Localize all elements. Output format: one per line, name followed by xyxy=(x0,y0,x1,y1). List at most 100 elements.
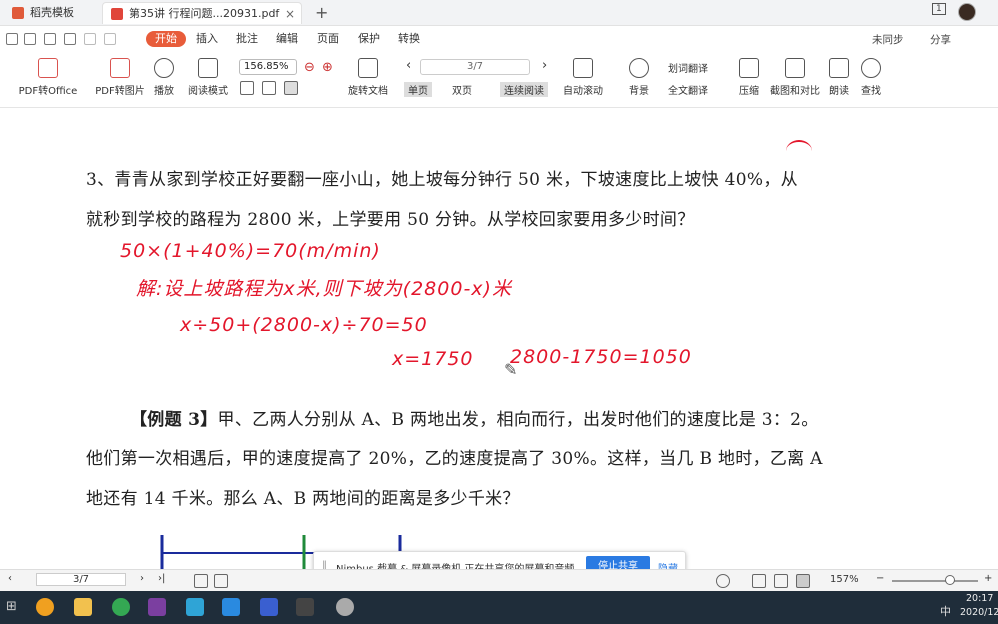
autoscroll-button[interactable]: 自动滚动 xyxy=(560,56,606,97)
zoom-minus-icon[interactable]: − xyxy=(876,573,884,584)
app-icon-2[interactable] xyxy=(296,598,314,616)
actual-size-icon[interactable] xyxy=(284,81,298,95)
file-explorer-icon[interactable] xyxy=(74,598,92,616)
background-button[interactable]: 背景 xyxy=(624,56,654,97)
sync-status[interactable]: 未同步 xyxy=(872,32,904,47)
feishu-icon[interactable] xyxy=(186,598,204,616)
ribbon-label: 播放 xyxy=(154,86,174,97)
question-3-line-1: 3、青青从家到学校正好要翻一座小山，她上坡每分钟行 50 米，下坡速度比上坡快 … xyxy=(86,170,798,190)
play-button[interactable]: 播放 xyxy=(150,56,178,97)
menu-insert[interactable]: 插入 xyxy=(190,31,224,47)
app-icon-3[interactable] xyxy=(336,598,354,616)
first-page-icon[interactable]: ‹ xyxy=(8,573,12,584)
pdf-to-image-button[interactable]: PDF转图片 xyxy=(94,56,146,97)
taskbar: ⊞ 中 20:17 2020/12 xyxy=(0,591,998,624)
last-page-icon[interactable]: ›| xyxy=(158,573,165,584)
menu-start[interactable]: 开始 xyxy=(146,31,186,47)
example-3-line-1: 【例题 3】甲、乙两人分别从 A、B 两地出发，相向而行，出发时他们的速度比是 … xyxy=(130,405,819,430)
next-page-icon[interactable]: › xyxy=(140,573,144,584)
ribbon-label: 查找 xyxy=(861,86,881,97)
handwriting-mark xyxy=(786,140,812,162)
menu-bar: 开始 插入 批注 编辑 页面 保护 转换 未同步 分享 xyxy=(0,26,998,52)
wps-icon[interactable] xyxy=(260,598,278,616)
find-button[interactable]: 查找 xyxy=(858,56,884,97)
ribbon-label: 背景 xyxy=(629,86,649,97)
zoom-plus-icon[interactable]: + xyxy=(984,573,992,584)
pdf-image-icon xyxy=(110,58,130,78)
menu-page[interactable]: 页面 xyxy=(311,31,345,47)
search-icon xyxy=(861,58,881,78)
zoom-out-icon[interactable]: ⊖ xyxy=(304,60,315,75)
menu-edit[interactable]: 编辑 xyxy=(270,31,304,47)
tab-label: 第35讲 行程问题...20931.pdf xyxy=(129,7,280,20)
question-3-line-2: 就秒到学校的路程为 2800 米，上学要用 50 分钟。从学校回家要用多少时间？ xyxy=(86,210,695,230)
clock-time[interactable]: 20:17 xyxy=(966,593,993,604)
menu-icon[interactable] xyxy=(6,33,18,45)
single-page-button[interactable]: 单页 xyxy=(404,82,432,97)
compress-button[interactable]: 压缩 xyxy=(734,56,764,97)
zoom-slider[interactable] xyxy=(892,580,978,582)
print-icon[interactable] xyxy=(64,33,76,45)
start-icon[interactable]: ⊞ xyxy=(6,599,17,614)
save-icon[interactable] xyxy=(44,33,56,45)
status-page-input[interactable]: 3/7 xyxy=(36,573,126,586)
fit-page-icon[interactable] xyxy=(240,81,254,95)
fit-width-icon[interactable] xyxy=(262,81,276,95)
undo-icon[interactable] xyxy=(84,33,96,45)
open-icon[interactable] xyxy=(24,33,36,45)
read-aloud-button[interactable]: 朗读 xyxy=(826,56,852,97)
fit-icon[interactable] xyxy=(752,574,766,588)
tab-pdf[interactable]: 第35讲 行程问题...20931.pdf × xyxy=(102,2,302,24)
zoom-slider-thumb[interactable] xyxy=(945,575,955,585)
ribbon-label: 压缩 xyxy=(739,86,759,97)
status-bar: ‹ 3/7 › ›| 157% − + xyxy=(0,569,998,591)
avatar[interactable] xyxy=(958,3,976,21)
pdf-icon xyxy=(111,8,123,20)
new-tab-icon[interactable]: + xyxy=(315,3,328,22)
menu-annotate[interactable]: 批注 xyxy=(230,31,264,47)
screenshot-compare-button[interactable]: 截图和对比 xyxy=(768,56,822,97)
rotate-button[interactable]: 旋转文档 xyxy=(346,56,390,97)
thumbnail-icon[interactable] xyxy=(194,574,208,588)
onenote-icon[interactable] xyxy=(148,598,166,616)
zoom-in-icon[interactable]: ⊕ xyxy=(322,60,333,75)
clock-date[interactable]: 2020/12 xyxy=(960,607,998,618)
rotate-icon xyxy=(358,58,378,78)
chrome-icon[interactable] xyxy=(112,598,130,616)
moon-icon xyxy=(629,58,649,78)
docer-icon xyxy=(12,7,24,19)
status-zoom[interactable]: 157% xyxy=(830,574,859,585)
book-icon xyxy=(198,58,218,78)
share-button[interactable]: 分享 xyxy=(930,32,951,47)
tab-bar: 稻壳模板 第35讲 行程问题...20931.pdf × + 1 xyxy=(0,0,998,26)
handwriting-2: 解:设上坡路程为x米,则下坡为(2800-x)米 xyxy=(136,278,512,300)
app-icon[interactable] xyxy=(222,598,240,616)
prev-page-icon[interactable]: ‹ xyxy=(406,58,411,73)
continuous-button[interactable]: 连续阅读 xyxy=(500,82,548,97)
handwriting-5: 2800-1750=1050 xyxy=(510,346,692,368)
read-mode-button[interactable]: 阅读模式 xyxy=(186,56,230,97)
handwriting-4: x=1750 xyxy=(392,348,474,370)
ribbon-label: 截图和对比 xyxy=(770,86,820,97)
redo-icon[interactable] xyxy=(104,33,116,45)
menu-protect[interactable]: 保护 xyxy=(352,31,386,47)
crop-icon[interactable] xyxy=(774,574,788,588)
pdf-to-office-button[interactable]: PDF转Office xyxy=(18,56,78,97)
menu-convert[interactable]: 转换 xyxy=(392,31,426,47)
screenshot-icon xyxy=(785,58,805,78)
full-translate-button[interactable]: 全文翻译 xyxy=(668,82,708,97)
word-translate-button[interactable]: 划词翻译 xyxy=(668,60,708,75)
outline-icon[interactable] xyxy=(214,574,228,588)
search-icon[interactable] xyxy=(36,598,54,616)
close-icon[interactable]: × xyxy=(285,3,295,25)
next-page-icon[interactable]: › xyxy=(542,58,547,73)
zoom-select[interactable]: 156.85% xyxy=(239,59,297,75)
speaker-icon xyxy=(829,58,849,78)
page-input[interactable]: 3/7 xyxy=(420,59,530,75)
ime-language[interactable]: 中 xyxy=(940,603,951,619)
double-page-button[interactable]: 双页 xyxy=(452,82,472,97)
page-view-icon[interactable] xyxy=(796,574,810,588)
tab-docer[interactable]: 稻壳模板 xyxy=(4,2,96,24)
ribbon-label: 朗读 xyxy=(829,86,849,97)
eye-icon[interactable] xyxy=(716,574,730,588)
